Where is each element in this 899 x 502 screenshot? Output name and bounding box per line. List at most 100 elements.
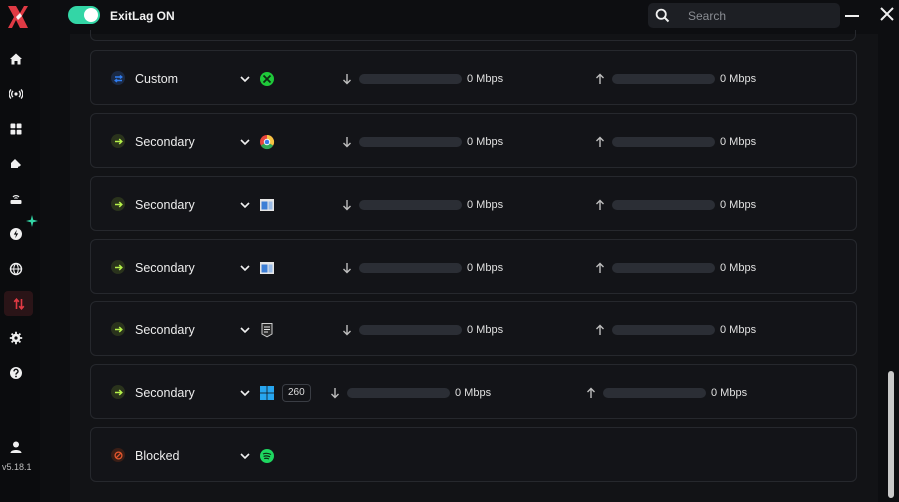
minimize-button[interactable] [844,7,860,23]
download-arrow-icon [343,200,351,211]
upload-speed-bar [612,200,715,210]
rule-row: Secondary 0 Mbps 0 Mbps [90,301,857,356]
upload-arrow-icon [596,199,604,210]
download-arrow-icon [343,74,351,85]
secondary-route-icon [111,322,125,336]
traffic-split-icon [13,297,24,310]
nav-settings[interactable] [4,326,28,350]
upload-arrow-icon [596,73,604,84]
top-bar: ExitLag ON [40,0,899,34]
settings-icon [9,331,23,345]
nav-router[interactable] [4,187,28,211]
app-version: v5.18.1 [2,462,32,472]
upload-speed-bar [612,74,715,84]
secondary-route-icon [111,385,125,399]
upload-speed-bar [612,137,715,147]
download-speed-bar [359,325,462,335]
download-speed-bar [359,200,462,210]
download-speed-bar [347,388,450,398]
upload-arrow-icon [596,136,604,147]
upload-speed: 0 Mbps [711,387,748,399]
download-speed: 0 Mbps [455,387,492,399]
rule-row: Secondary 0 Mbps 0 Mbps [90,113,857,168]
sidebar: v5.18.1 [0,0,40,502]
chevron-down-icon[interactable] [239,387,251,399]
rule-row: Blocked [90,427,857,482]
gamepad-icon [11,159,22,170]
nav-profile[interactable] [4,435,28,459]
upload-speed: 0 Mbps [720,262,757,274]
exitlag-logo [8,6,28,28]
router-icon [10,195,22,204]
upload-speed-bar [612,263,715,273]
broadcast-icon [9,89,23,99]
nav-boost[interactable] [4,222,28,246]
upload-speed: 0 Mbps [720,199,757,211]
spotify-app-icon [260,449,274,463]
rule-row: Secondary 260 0 Mbps 0 Mbps [90,364,857,419]
nav-help[interactable] [4,361,28,385]
xbox-app-icon [260,72,274,86]
upload-speed: 0 Mbps [720,136,757,148]
chevron-down-icon[interactable] [239,199,251,211]
search-box[interactable] [648,3,840,28]
window-app-icon [260,199,274,211]
download-arrow-icon [343,137,351,148]
rule-type-label: Custom [135,72,179,86]
windows-app-icon [260,386,274,400]
download-arrow-icon [331,388,339,399]
download-speed: 0 Mbps [467,136,504,148]
chevron-down-icon[interactable] [239,73,251,85]
chevron-down-icon[interactable] [239,262,251,274]
upload-speed-bar [612,325,715,335]
toggle-label: ExitLag ON [110,9,175,23]
help-icon [10,367,22,379]
download-speed: 0 Mbps [467,73,504,85]
search-input[interactable] [688,8,818,23]
download-arrow-icon [343,263,351,274]
nav-home[interactable] [4,47,28,71]
exitlag-toggle[interactable] [68,6,100,24]
rule-row: Secondary 0 Mbps 0 Mbps [90,176,857,231]
row-partial [90,30,856,41]
download-speed: 0 Mbps [467,262,504,274]
search-icon [655,8,670,23]
rule-type-label: Secondary [135,323,195,337]
user-icon [10,441,22,453]
globe-icon [9,262,23,276]
rule-type-label: Secondary [135,386,195,400]
window-app-icon [260,262,274,274]
rule-type-label: Secondary [135,261,195,275]
rule-row: Custom 0 Mbps 0 Mbps [90,50,857,105]
nav-games[interactable] [4,152,28,176]
close-button[interactable] [878,5,896,23]
rule-type-label: Blocked [135,449,180,463]
rule-type-label: Secondary [135,135,195,149]
nav-traffic-split[interactable] [4,291,33,316]
rule-row: Secondary 0 Mbps 0 Mbps [90,239,857,294]
chevron-down-icon[interactable] [239,450,251,462]
boost-icon [10,228,22,240]
download-arrow-icon [343,325,351,336]
upload-speed: 0 Mbps [720,324,757,336]
nav-apps[interactable] [4,117,28,141]
process-count-badge: 260 [282,384,311,402]
chrome-app-icon [260,134,275,150]
secondary-route-icon [111,197,125,211]
nav-globe[interactable] [4,257,28,281]
download-speed-bar [359,137,462,147]
epic-games-app-icon [261,323,273,338]
scrollbar-thumb[interactable] [888,371,894,498]
blocked-icon [111,448,125,462]
apps-grid-icon [10,123,22,135]
download-speed: 0 Mbps [467,324,504,336]
download-speed: 0 Mbps [467,199,504,211]
download-speed-bar [359,263,462,273]
upload-arrow-icon [596,324,604,335]
download-speed-bar [359,74,462,84]
chevron-down-icon[interactable] [239,136,251,148]
nav-broadcast[interactable] [4,82,28,106]
upload-speed: 0 Mbps [720,73,757,85]
chevron-down-icon[interactable] [239,324,251,336]
rule-type-label: Secondary [135,198,195,212]
